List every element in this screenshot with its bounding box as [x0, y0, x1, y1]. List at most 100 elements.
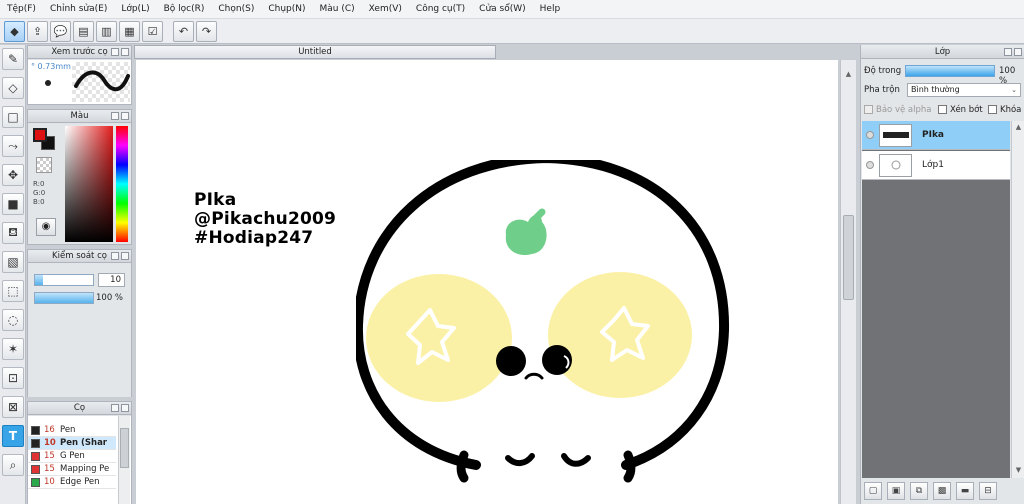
blend-mode-select[interactable]: Bình thường ⌄	[907, 83, 1021, 97]
canvas-vertical-scrollbar[interactable]: ▲	[840, 60, 856, 504]
new-halftone-layer-icon[interactable]: ▩	[933, 482, 951, 500]
brush-item[interactable]: 15 Mapping Pe	[28, 463, 116, 476]
brush-item[interactable]: 15 G Pen	[28, 450, 116, 463]
transparent-color-swatch[interactable]	[36, 157, 52, 173]
protect-alpha-checkbox[interactable]	[864, 105, 873, 114]
float-panel-icon[interactable]	[111, 252, 119, 260]
brush-color-swatch	[31, 451, 40, 461]
select-eraser-tool-icon[interactable]: ⊠	[2, 396, 24, 418]
visibility-icon[interactable]	[866, 161, 874, 169]
brush-tool-icon[interactable]: ✎	[2, 48, 24, 70]
brush-color-swatch	[31, 425, 40, 435]
page-icon[interactable]: ▥	[96, 20, 117, 42]
gradient-tool-icon[interactable]: ▧	[2, 251, 24, 273]
comment-icon[interactable]: ▤	[73, 20, 94, 42]
float-panel-icon[interactable]	[111, 48, 119, 56]
scroll-up-icon[interactable]: ▲	[1013, 123, 1024, 133]
palette-icon[interactable]: ◉	[36, 218, 56, 236]
eraser-tool-icon[interactable]: ◇	[2, 77, 24, 99]
close-panel-icon[interactable]	[121, 48, 129, 56]
brush-preview: ° 0.73mm	[28, 60, 131, 104]
menu-select[interactable]: Chọn(S)	[211, 4, 261, 14]
scroll-thumb[interactable]	[843, 215, 854, 300]
menu-layer[interactable]: Lớp(L)	[114, 4, 156, 14]
export-icon[interactable]: ⇪	[27, 20, 48, 42]
selection-mode-icon[interactable]: ◆	[4, 20, 25, 42]
saturation-value-field[interactable]	[65, 126, 113, 242]
eyedropper-tool-icon[interactable]: ⌕	[2, 454, 24, 476]
brush-item[interactable]: 10 Edge Pen	[28, 476, 116, 489]
document-tab[interactable]: Untitled	[134, 45, 496, 59]
lasso-tool-icon[interactable]: ◌	[2, 309, 24, 331]
menu-capture[interactable]: Chụp(N)	[261, 4, 312, 14]
new-folder-icon[interactable]: ▬	[956, 482, 974, 500]
protect-alpha-option[interactable]: Bảo vệ alpha	[864, 105, 931, 115]
menu-view[interactable]: Xem(V)	[362, 4, 409, 14]
scroll-up-icon[interactable]: ▲	[843, 70, 854, 80]
brush-item[interactable]: 16 Pen	[28, 424, 116, 437]
clipping-checkbox[interactable]	[938, 105, 947, 114]
menu-filter[interactable]: Bộ lọc(R)	[157, 4, 212, 14]
artwork-text: PIka @Pikachu2009 #Hodiap247	[194, 191, 336, 248]
brush-size-field[interactable]: 10	[98, 273, 125, 287]
layout-icon[interactable]: ▦	[119, 20, 140, 42]
bucket-tool-icon[interactable]: ⛾	[2, 222, 24, 244]
hue-strip[interactable]	[116, 126, 128, 242]
text-tool-icon[interactable]: T	[2, 425, 24, 447]
close-panel-icon[interactable]	[121, 404, 129, 412]
fill-rect-tool-icon[interactable]: ■	[2, 193, 24, 215]
drawing-canvas[interactable]: PIka @Pikachu2009 #Hodiap247	[136, 60, 838, 504]
visibility-icon[interactable]	[866, 131, 874, 139]
lock-option[interactable]: Khóa	[988, 105, 1021, 115]
scroll-thumb[interactable]	[120, 428, 129, 468]
menu-tools[interactable]: Công cụ(T)	[409, 4, 472, 14]
speech-icon[interactable]: 💬	[50, 20, 71, 42]
fg-bg-swatch[interactable]	[33, 128, 55, 150]
menu-file[interactable]: Tệp(F)	[0, 4, 43, 14]
magic-wand-tool-icon[interactable]: ✶	[2, 338, 24, 360]
close-panel-icon[interactable]	[121, 112, 129, 120]
check-list-icon[interactable]: ☑	[142, 20, 163, 42]
redo-icon[interactable]: ↷	[196, 20, 217, 42]
float-panel-icon[interactable]	[111, 404, 119, 412]
panel-title: Kiểm soát cọ	[52, 251, 107, 261]
menu-window[interactable]: Cửa sổ(W)	[472, 4, 532, 14]
new-vector-layer-icon[interactable]: ▣	[887, 482, 905, 500]
brush-name: Edge Pen	[60, 477, 100, 487]
brush-name: Pen (Shar	[60, 438, 107, 448]
layer-list-scrollbar[interactable]: ▲ ▼	[1011, 121, 1024, 478]
marquee-tool-icon[interactable]: ⬚	[2, 280, 24, 302]
vector-tool-icon[interactable]: ⤳	[2, 135, 24, 157]
move-tool-icon[interactable]: ✥	[2, 164, 24, 186]
layer-opacity-slider[interactable]	[905, 65, 995, 77]
rect-select-tool-icon[interactable]: □	[2, 106, 24, 128]
menu-color[interactable]: Màu (C)	[313, 4, 362, 14]
foreground-color-swatch[interactable]	[33, 128, 47, 142]
lock-checkbox[interactable]	[988, 105, 997, 114]
select-pen-tool-icon[interactable]: ⊡	[2, 367, 24, 389]
brush-size-slider[interactable]	[34, 274, 94, 286]
clipping-option[interactable]: Xén bớt	[938, 105, 983, 115]
new-layer-icon[interactable]: ▢	[864, 482, 882, 500]
brush-opacity-slider[interactable]	[34, 292, 94, 304]
brush-list-scrollbar[interactable]	[118, 416, 130, 504]
brush-item-selected[interactable]: 10 Pen (Shar	[28, 437, 116, 450]
menu-edit[interactable]: Chỉnh sửa(E)	[43, 4, 114, 14]
menu-help[interactable]: Help	[533, 4, 568, 14]
brush-name: Mapping Pe	[60, 464, 110, 474]
brush-size: 15	[44, 451, 55, 461]
merge-layer-icon[interactable]: ⊟	[979, 482, 997, 500]
undo-icon[interactable]: ↶	[173, 20, 194, 42]
tool-column: ✎ ◇ □ ⤳ ✥ ■ ⛾ ▧ ⬚ ◌ ✶ ⊡ ⊠ T ⌕	[0, 45, 26, 504]
float-panel-icon[interactable]	[1004, 48, 1012, 56]
close-panel-icon[interactable]	[1014, 48, 1022, 56]
panel-title: Màu	[70, 111, 89, 121]
layer-row-selected[interactable]: PIka	[862, 121, 1010, 150]
copy-layer-icon[interactable]: ⧉	[910, 482, 928, 500]
layer-row[interactable]: Lớp1	[862, 151, 1010, 180]
close-panel-icon[interactable]	[121, 252, 129, 260]
brush-color-swatch	[31, 464, 40, 474]
float-panel-icon[interactable]	[111, 112, 119, 120]
brush-color-swatch	[31, 438, 40, 448]
scroll-down-icon[interactable]: ▼	[1013, 466, 1024, 476]
